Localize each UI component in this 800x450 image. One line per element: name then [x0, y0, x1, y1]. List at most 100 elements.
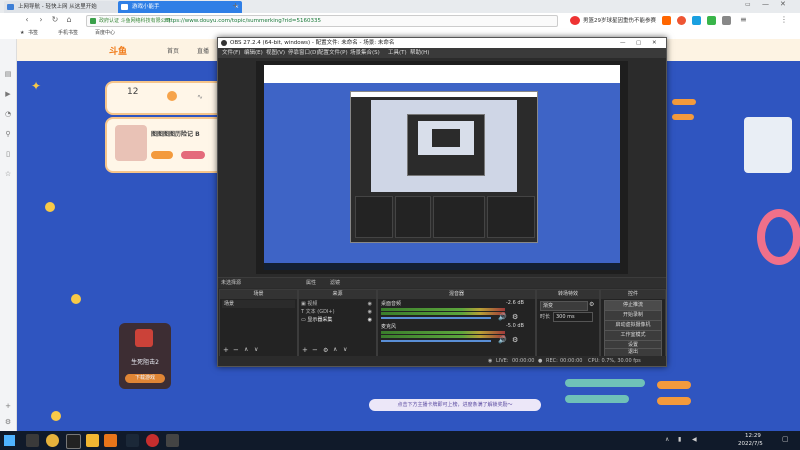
transition-select[interactable]: 渐变	[540, 301, 588, 311]
streamer-card[interactable]: 图图图图历险记 B	[105, 117, 227, 173]
close-window-icon[interactable]: ✕	[780, 0, 786, 8]
extension-icon[interactable]	[722, 16, 731, 25]
add-source-icon[interactable]: +	[302, 346, 308, 354]
sidebar-video-icon[interactable]: ▶	[3, 89, 13, 99]
volume-slider[interactable]	[381, 340, 491, 342]
app-icon[interactable]	[86, 434, 99, 447]
clock-time[interactable]: 12:29	[745, 433, 761, 439]
search-hint[interactable]: 男篮29岁球星因重伤不能参赛	[583, 16, 656, 24]
menu-file[interactable]: 文件(F)	[222, 48, 240, 58]
minimize-window-icon[interactable]: —	[762, 0, 769, 8]
tab-active[interactable]: 游戏小能手 ×	[118, 1, 242, 13]
transition-settings-icon[interactable]: ⚙	[589, 301, 594, 308]
url-field[interactable]: 政府认证 斗鱼网络科技有限公司 https://www.douyu.com/to…	[86, 15, 558, 27]
channel-settings-icon[interactable]: ⚙	[512, 313, 518, 321]
new-tab-icon[interactable]: +	[232, 1, 239, 10]
volume-slider[interactable]	[381, 317, 491, 319]
right-list-item[interactable]	[565, 395, 629, 403]
clock-date[interactable]: 2022/7/5	[738, 441, 763, 447]
sidebar-add-icon[interactable]: +	[3, 401, 13, 411]
menu-icon[interactable]: ≡	[740, 15, 747, 24]
sidebar-star-icon[interactable]: ☆	[3, 169, 13, 179]
obs-preview[interactable]	[256, 61, 628, 274]
extension-icon[interactable]	[707, 16, 716, 25]
site-logo[interactable]: 斗鱼	[109, 44, 127, 57]
search-engine-icon[interactable]	[570, 16, 580, 25]
sidebar-chat-icon[interactable]: ◔	[3, 109, 13, 119]
sidebar-notes-icon[interactable]: ▯	[3, 149, 13, 159]
visibility-icon[interactable]: ◉	[368, 317, 372, 324]
home-icon[interactable]: ⌂	[64, 15, 74, 25]
app-icon[interactable]	[166, 434, 179, 447]
source-settings-icon[interactable]: ⚙	[323, 347, 328, 354]
menu-edit[interactable]: 编辑(E)	[244, 48, 263, 58]
notification-icon[interactable]: ▢	[782, 435, 789, 443]
more-icon[interactable]: ⋮	[780, 15, 788, 24]
badge[interactable]	[672, 114, 694, 120]
steam-icon[interactable]	[126, 434, 139, 447]
streamer-tag-button[interactable]	[181, 151, 205, 159]
forward-icon[interactable]: ›	[36, 15, 46, 25]
download-game-button[interactable]: 下载游戏	[125, 374, 165, 383]
sidebar-panel-icon[interactable]: ▤	[3, 69, 13, 79]
tab-navigation[interactable]: 上网导航 - 轻快上网 从这里开始	[4, 1, 118, 13]
scene-item[interactable]: 场景	[222, 300, 295, 308]
visibility-icon[interactable]: ◉	[368, 309, 372, 316]
minimize-icon[interactable]: —	[620, 38, 626, 48]
restore-window-icon[interactable]: ▭	[745, 1, 751, 8]
network-icon[interactable]: ▮	[678, 436, 681, 443]
tray-arrow-icon[interactable]: ∧	[665, 436, 669, 443]
add-scene-icon[interactable]: +	[223, 346, 229, 354]
nav-live[interactable]: 直播	[197, 46, 209, 55]
move-up-icon[interactable]: ∧	[244, 346, 248, 353]
source-item[interactable]: T 文本 (GDI+) ◉	[301, 309, 374, 316]
volume-icon[interactable]: ◀	[692, 436, 697, 443]
menu-tools[interactable]: 工具(T)	[388, 48, 407, 58]
reload-icon[interactable]: ↻	[50, 15, 60, 25]
menu-help[interactable]: 帮助(H)	[410, 48, 429, 58]
streamer-photo[interactable]	[744, 117, 792, 173]
badge[interactable]	[672, 99, 696, 105]
back-icon[interactable]: ‹	[22, 15, 32, 25]
speaker-icon[interactable]: 🔊	[498, 313, 507, 321]
bookmark-item[interactable]: 书签	[28, 29, 38, 38]
move-down-icon[interactable]: ∨	[343, 346, 347, 353]
sidebar-settings-icon[interactable]: ⚙	[3, 417, 13, 427]
douyu-taskbar-icon[interactable]	[104, 434, 117, 447]
visibility-icon[interactable]: ◉	[368, 301, 372, 308]
duration-input[interactable]: 300 ms	[553, 312, 593, 322]
maximize-icon[interactable]: ▢	[636, 38, 641, 48]
sidebar-search-icon[interactable]: ⚲	[3, 129, 13, 139]
bookmark-item[interactable]: 百度中心	[95, 29, 115, 38]
speaker-icon[interactable]: 🔊	[498, 336, 507, 344]
extension-icon[interactable]	[662, 16, 671, 25]
nav-home[interactable]: 首页	[167, 46, 179, 55]
source-item[interactable]: ▭ 显示器采集 ◉	[301, 317, 374, 324]
extension-icon[interactable]	[677, 16, 686, 25]
right-list-button[interactable]	[657, 397, 691, 405]
right-list-button[interactable]	[657, 381, 691, 389]
streamer-avatar[interactable]	[115, 125, 147, 161]
search-icon[interactable]	[26, 434, 39, 447]
move-up-icon[interactable]: ∧	[333, 346, 337, 353]
app-icon[interactable]	[146, 434, 159, 447]
game-card[interactable]: 生死阻击2 下载游戏	[119, 323, 171, 389]
menu-profile[interactable]: 配置文件(P)	[318, 48, 348, 58]
obs-taskbar-icon[interactable]	[66, 434, 81, 449]
close-icon[interactable]: ✕	[652, 38, 657, 48]
menu-view[interactable]: 视图(V)	[266, 48, 285, 58]
source-item[interactable]: ▣ 视频 ◉	[301, 301, 374, 308]
filters-button[interactable]: 滤镜	[330, 279, 340, 286]
chrome-icon[interactable]	[46, 434, 59, 447]
right-list-item[interactable]	[565, 379, 645, 387]
start-icon[interactable]	[4, 435, 15, 446]
menu-docks[interactable]: 停靠窗口(D)	[288, 48, 319, 58]
properties-button[interactable]: 属性	[306, 279, 316, 286]
streamer-tag-button[interactable]	[151, 151, 173, 159]
bookmark-item[interactable]: 手机书签	[58, 29, 78, 38]
remove-source-icon[interactable]: −	[312, 346, 318, 354]
move-down-icon[interactable]: ∨	[254, 346, 258, 353]
remove-scene-icon[interactable]: −	[233, 346, 239, 354]
menu-scene-collection[interactable]: 场景集合(S)	[350, 48, 380, 58]
extension-icon[interactable]	[692, 16, 701, 25]
